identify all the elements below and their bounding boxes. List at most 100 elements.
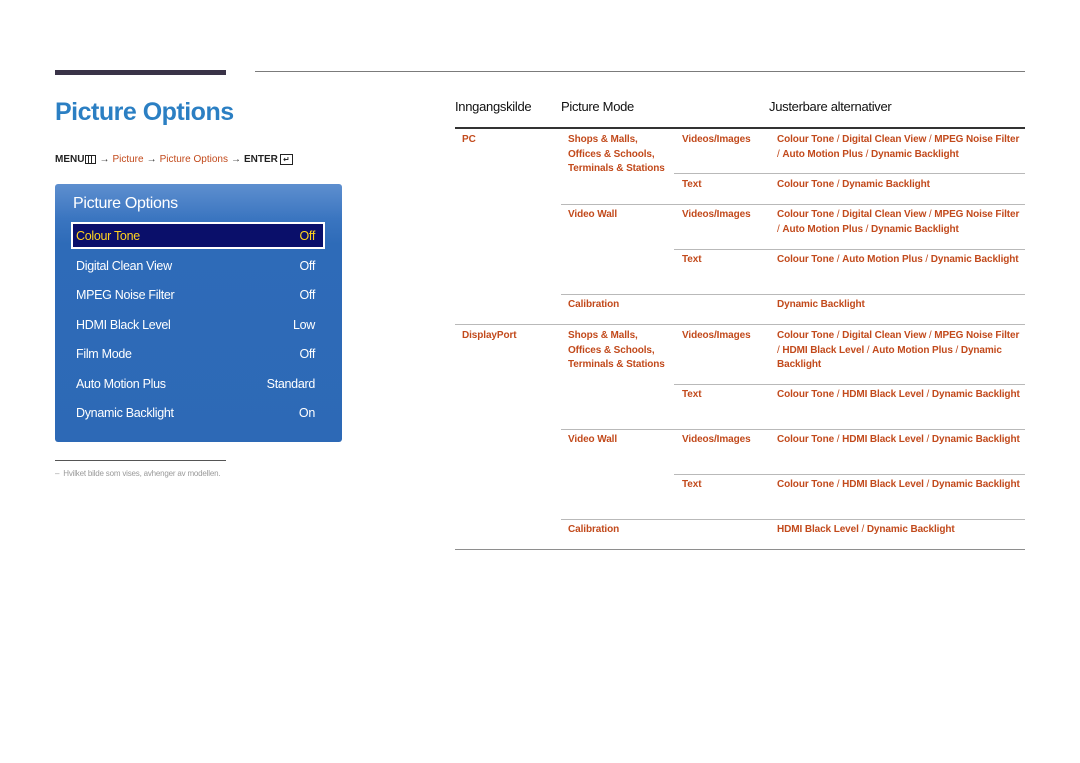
osd-menu-item[interactable]: HDMI Black Level Low [71,311,325,338]
option-link[interactable]: Digital Clean View [842,330,926,341]
option-separator: / [834,209,843,220]
osd-item-value: Low [292,317,315,332]
osd-item-value: Standard [266,376,316,391]
option-separator: / [834,179,843,190]
option-link[interactable]: Digital Clean View [842,134,926,145]
osd-title: Picture Options [73,195,178,212]
picture-mode-cell: Video Wall [568,209,618,220]
osd-menu-item[interactable]: Film Mode Off [71,340,325,367]
option-link[interactable]: MPEG Noise Filter [934,330,1019,341]
content-type-cell: Text [682,179,702,190]
osd-item-label: Colour Tone [76,228,140,243]
content-type-cell: Videos/Images [682,134,751,145]
option-separator: / [834,479,843,490]
osd-picture-options-panel: Picture Options Colour Tone Off Digital Cl… [55,184,342,442]
column-header-picture-mode: Picture Mode [561,99,634,114]
column-header-options: Justerbare alternativer [769,99,892,114]
option-link[interactable]: HDMI Black Level [777,524,859,535]
option-separator: / [864,344,873,356]
header-accent-bar [55,70,226,75]
column-header-source: Inngangskilde [455,99,532,114]
footnote-text: Hvilket bilde som vises, avhenger av mod… [63,469,221,478]
table-row-divider [674,384,1025,385]
osd-item-label: HDMI Black Level [76,317,171,332]
content-type-cell: Videos/Images [682,209,751,220]
option-link[interactable]: Colour Tone [777,479,834,490]
option-separator: / [834,389,843,400]
menu-path-breadcrumb: MENU → Picture → Picture Options → ENTER… [55,154,293,165]
picture-mode-cell: Calibration [568,299,620,310]
option-link[interactable]: Dynamic Backlight [871,149,959,160]
option-link[interactable]: Dynamic Backlight [867,524,955,535]
adjustable-options-cell: Colour Tone / Digital Clean View / MPEG … [777,133,1022,162]
picture-mode-cell: Calibration [568,524,620,535]
table-row-divider [561,429,1025,430]
option-link[interactable]: Colour Tone [777,389,834,400]
osd-item-value: Off [299,346,315,361]
input-source-cell: PC [462,134,476,145]
option-link[interactable]: HDMI Black Level [782,345,864,356]
osd-item-label: Dynamic Backlight [76,405,174,420]
option-link[interactable]: Colour Tone [777,179,834,190]
option-link[interactable]: Colour Tone [777,254,834,265]
option-link[interactable]: Dynamic Backlight [842,179,930,190]
option-link[interactable]: Dynamic Backlight [871,224,959,235]
osd-menu-item[interactable]: Digital Clean View Off [71,252,325,279]
adjustable-options-cell: Colour Tone / HDMI Black Level / Dynamic… [777,478,1022,493]
option-link[interactable]: HDMI Black Level [842,389,924,400]
adjustable-options-cell: Colour Tone / Digital Clean View / MPEG … [777,329,1022,373]
option-link[interactable]: Colour Tone [777,209,834,220]
option-link[interactable]: Dynamic Backlight [931,254,1019,265]
enter-key-label: ENTER [243,154,278,165]
table-row-divider [674,474,1025,475]
picture-mode-cell: Shops & Malls, Offices & Schools, Termin… [568,330,665,371]
option-link[interactable]: Dynamic Backlight [777,299,865,310]
input-source-cell: DisplayPort [462,330,517,341]
option-link[interactable]: HDMI Black Level [842,434,924,445]
osd-menu-item[interactable]: Auto Motion Plus Standard [71,370,325,397]
content-type-cell: Text [682,479,702,490]
table-bottom-rule [455,549,1025,550]
option-link[interactable]: Auto Motion Plus [872,345,953,356]
option-separator: / [922,254,931,265]
footnote-dash: – [55,469,60,478]
option-link[interactable]: Digital Clean View [842,209,926,220]
menu-key-label: MENU [55,154,85,165]
option-link[interactable]: Auto Motion Plus [842,254,923,265]
table-row-divider [561,204,1025,205]
option-link[interactable]: Colour Tone [777,134,834,145]
option-link[interactable]: Auto Motion Plus [782,224,863,235]
osd-menu-item[interactable]: MPEG Noise Filter Off [71,281,325,308]
footnote-divider [55,460,226,461]
table-row-divider [674,249,1025,250]
osd-item-value: Off [299,258,315,273]
breadcrumb-picture[interactable]: Picture [112,154,143,165]
option-separator: / [923,389,932,400]
osd-menu-item[interactable]: Colour Tone Off [71,222,325,249]
adjustable-options-cell: Colour Tone / HDMI Black Level / Dynamic… [777,388,1022,403]
option-separator: / [923,434,932,445]
option-link[interactable]: Auto Motion Plus [782,149,863,160]
page-title: Picture Options [55,98,234,126]
option-link[interactable]: MPEG Noise Filter [934,134,1019,145]
option-link[interactable]: Colour Tone [777,434,834,445]
option-link[interactable]: Colour Tone [777,330,834,341]
option-separator: / [858,524,867,535]
adjustable-options-cell: Colour Tone / Digital Clean View / MPEG … [777,208,1022,237]
adjustable-options-cell: Colour Tone / Dynamic Backlight [777,178,1022,193]
content-type-cell: Videos/Images [682,330,751,341]
option-link[interactable]: Dynamic Backlight [932,479,1020,490]
osd-item-value: Off [299,228,315,243]
option-link[interactable]: Dynamic Backlight [932,434,1020,445]
menu-grid-icon [85,155,97,164]
option-separator: / [834,254,843,265]
breadcrumb-picture-options[interactable]: Picture Options [160,154,228,165]
option-link[interactable]: Dynamic Backlight [932,389,1020,400]
content-type-cell: Text [682,254,702,265]
table-row-divider [561,519,1025,520]
osd-item-value: On [298,405,315,420]
option-link[interactable]: MPEG Noise Filter [934,209,1019,220]
osd-menu-item[interactable]: Dynamic Backlight On [71,399,325,426]
picture-mode-cell: Video Wall [568,434,618,445]
option-link[interactable]: HDMI Black Level [842,479,924,490]
